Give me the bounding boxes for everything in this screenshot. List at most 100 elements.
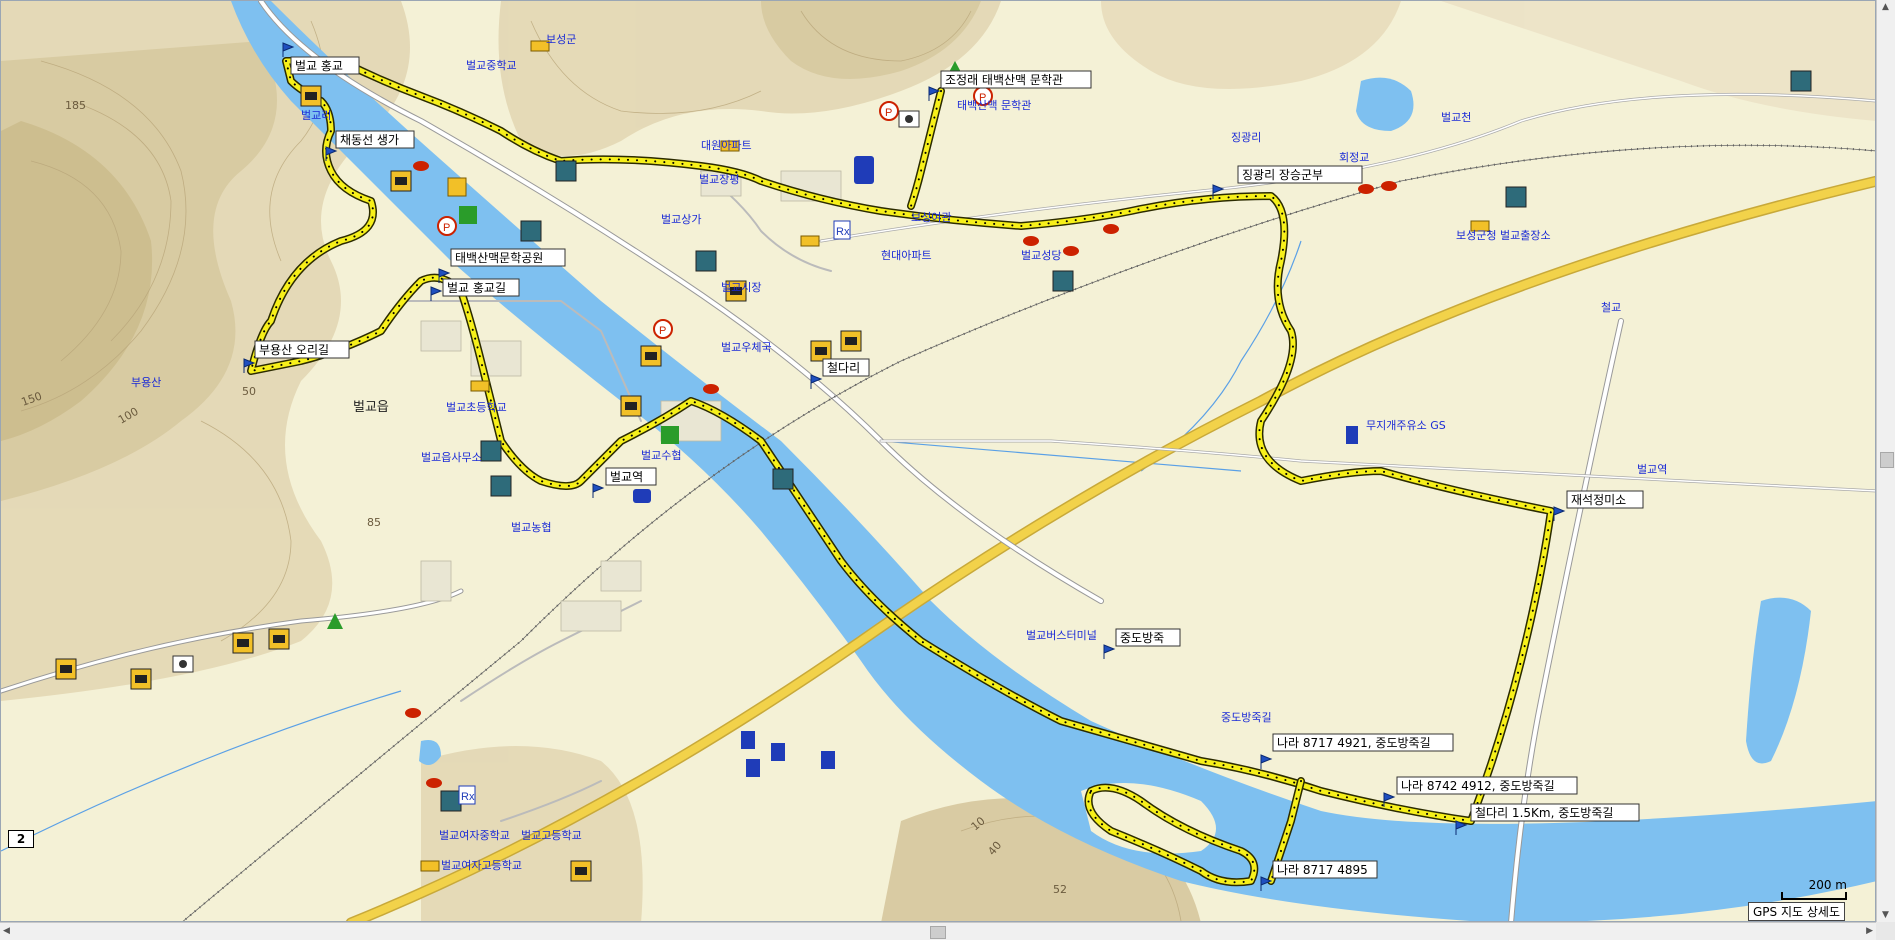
svg-text:벌교농협: 벌교농협 [511, 521, 551, 534]
map-viewport[interactable]: P P P P Rx Rx 벌교 홍교 조정래 태백산맥 문학관 채동선 생가 … [0, 0, 1876, 922]
svg-text:회정교: 회정교 [1339, 151, 1369, 164]
cafe-icon [490, 475, 512, 497]
car-icon [413, 161, 429, 171]
svg-text:185: 185 [65, 99, 86, 112]
svg-text:85: 85 [367, 516, 381, 529]
bank-icon [459, 206, 477, 224]
svg-text:벌교읍사무소: 벌교읍사무소 [421, 451, 482, 464]
restaurant-icon [55, 658, 77, 680]
horizontal-scrollbar[interactable]: ◀ ▶ [0, 922, 1876, 940]
horizontal-scroll-thumb[interactable] [930, 926, 946, 939]
restaurant-icon [810, 340, 832, 362]
svg-text:중도방죽길: 중도방죽길 [1221, 711, 1272, 724]
car-icon [426, 778, 442, 788]
svg-text:대원아파트: 대원아파트 [701, 139, 752, 152]
svg-text:벌교버스터미널: 벌교버스터미널 [1026, 629, 1097, 642]
svg-text:벌교읍: 벌교읍 [353, 400, 389, 415]
svg-text:벌교장평: 벌교장평 [699, 173, 739, 186]
svg-text:재석정미소: 재석정미소 [1571, 493, 1626, 507]
waypoint-label-mill[interactable]: 재석정미소 [1566, 490, 1644, 509]
waypoint-label-hongyo[interactable]: 벌교 홍교 [290, 56, 360, 75]
svg-text:철교: 철교 [1601, 301, 1621, 314]
bus-stop-icon [420, 860, 440, 872]
svg-text:벌교성당: 벌교성당 [1021, 249, 1061, 262]
scroll-right-icon[interactable]: ▶ [1866, 926, 1873, 936]
scrollbar-corner [1876, 922, 1895, 940]
waypoint-label-jungdo[interactable]: 중도방죽 [1115, 628, 1181, 647]
car-icon [703, 384, 719, 394]
restaurant-icon [840, 330, 862, 352]
scroll-up-icon[interactable]: ▲ [1882, 2, 1889, 12]
bus-icon [633, 489, 651, 503]
cafe-icon [480, 440, 502, 462]
bus-icon [854, 156, 874, 184]
vertical-scrollbar[interactable]: ▲ ▼ [1876, 0, 1895, 922]
car-icon [1023, 236, 1039, 246]
svg-text:벌교여자중학교: 벌교여자중학교 [439, 829, 510, 842]
svg-text:채동선 생가: 채동선 생가 [340, 133, 399, 147]
waypoint-label-1_5km[interactable]: 철다리 1.5Km, 중도방죽길 [1470, 803, 1640, 822]
fuel-station-icon [741, 731, 755, 749]
svg-text:보성여관: 보성여관 [911, 211, 951, 224]
svg-text:보성군: 보성군 [546, 33, 576, 46]
map-canvas[interactable]: P P P P Rx Rx 벌교 홍교 조정래 태백산맥 문학관 채동선 생가 … [1, 1, 1876, 922]
cafe-icon [772, 468, 794, 490]
svg-text:Rx: Rx [461, 791, 475, 803]
waypoint-label-buyongsan[interactable]: 부용산 오리길 [254, 340, 350, 359]
parking-icon: P [879, 101, 899, 121]
restaurant-icon [570, 860, 592, 882]
bus-stop-icon [470, 380, 490, 392]
svg-text:나라 8717 4895: 나라 8717 4895 [1277, 863, 1368, 877]
info-icon [447, 177, 467, 197]
cafe-icon [1790, 70, 1812, 92]
waypoint-label-4895[interactable]: 나라 8717 4895 [1272, 860, 1378, 879]
waypoint-label-chaedongseon[interactable]: 채동선 생가 [335, 130, 415, 149]
svg-text:철다리 1.5Km, 중도방죽길: 철다리 1.5Km, 중도방죽길 [1475, 806, 1613, 820]
fuel-station-icon [1346, 426, 1358, 444]
cafe-icon [555, 160, 577, 182]
parking-icon: P [653, 319, 673, 339]
svg-text:징광리: 징광리 [1231, 131, 1261, 144]
scroll-left-icon[interactable]: ◀ [3, 926, 10, 936]
vertical-scroll-thumb[interactable] [1880, 452, 1894, 468]
car-icon [1381, 181, 1397, 191]
waypoint-label-station[interactable]: 벌교역 [605, 467, 657, 486]
cafe-icon [1052, 270, 1074, 292]
waypoint-label-park[interactable]: 태백산맥문학공원 [450, 248, 566, 267]
svg-text:보성군청 벌교출장소: 보성군청 벌교출장소 [1456, 229, 1551, 242]
waypoint-label-janggun[interactable]: 징광리 장승군부 [1237, 165, 1363, 184]
svg-text:태백산맥 문학관: 태백산맥 문학관 [957, 99, 1031, 112]
scale-bar [1781, 892, 1847, 900]
cafe-icon [695, 250, 717, 272]
bank-icon [661, 426, 679, 444]
svg-text:50: 50 [242, 385, 256, 398]
svg-text:현대아파트: 현대아파트 [881, 249, 932, 262]
parking-icon: P [437, 216, 457, 236]
waypoint-label-4921[interactable]: 나라 8717 4921, 중도방죽길 [1272, 733, 1454, 752]
cafe-icon [440, 790, 462, 812]
pharmacy-icon: Rx [833, 220, 851, 240]
waypoint-label-4912[interactable]: 나라 8742 4912, 중도방죽길 [1396, 776, 1578, 795]
svg-text:무지개주유소 GS: 무지개주유소 GS [1366, 419, 1446, 432]
waypoint-label-cheoldari[interactable]: 철다리 [822, 358, 870, 377]
svg-text:Rx: Rx [836, 226, 850, 238]
car-icon [1358, 184, 1374, 194]
scroll-down-icon[interactable]: ▼ [1882, 910, 1889, 920]
svg-text:벌교 홍교: 벌교 홍교 [295, 59, 343, 73]
svg-text:징광리 장승군부: 징광리 장승군부 [1242, 168, 1323, 182]
svg-text:52: 52 [1053, 883, 1067, 896]
svg-text:벌교상가: 벌교상가 [661, 213, 701, 226]
svg-text:벌교중학교: 벌교중학교 [466, 59, 517, 72]
svg-text:벌교 홍교길: 벌교 홍교길 [447, 281, 506, 295]
pharmacy-icon: Rx [458, 785, 476, 805]
waypoint-label-hongyogil[interactable]: 벌교 홍교길 [442, 278, 520, 297]
scale-label: 200 m [1808, 878, 1847, 892]
car-icon [1063, 246, 1079, 256]
car-icon [405, 708, 421, 718]
restaurant-icon [640, 345, 662, 367]
svg-text:P: P [443, 222, 450, 234]
svg-text:벌교역: 벌교역 [610, 470, 643, 484]
svg-text:중도방죽: 중도방죽 [1120, 631, 1164, 645]
waypoint-label-museum[interactable]: 조정래 태백산맥 문학관 [940, 70, 1092, 89]
camera-icon [172, 655, 194, 673]
